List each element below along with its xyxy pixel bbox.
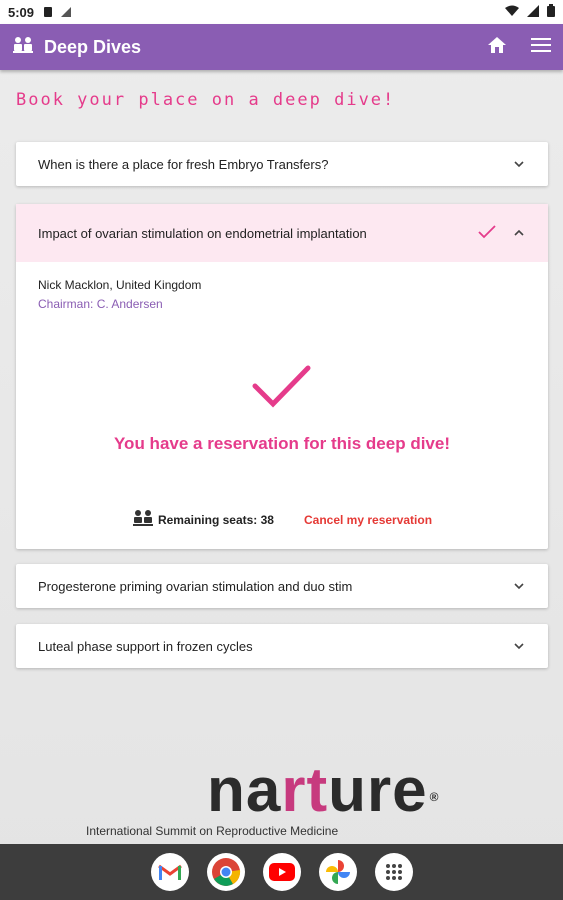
- card-details: Nick Macklon, United Kingdom Chairman: C…: [16, 262, 548, 311]
- deep-dive-card-4[interactable]: Luteal phase support in frozen cycles: [16, 624, 548, 668]
- logo-suffix: ure: [328, 756, 428, 825]
- app-title: Deep Dives: [44, 36, 142, 57]
- card-title: Progesterone priming ovarian stimulation…: [38, 578, 353, 594]
- cancel-reservation-button[interactable]: Cancel my reservation: [304, 513, 432, 527]
- chevron-down-icon[interactable]: [512, 579, 526, 593]
- battery-icon: [547, 4, 555, 20]
- checkmark-icon: [252, 364, 312, 408]
- menu-icon[interactable]: [531, 37, 551, 58]
- card-header[interactable]: Progesterone priming ovarian stimulation…: [16, 564, 548, 608]
- chrome-icon[interactable]: [206, 853, 245, 891]
- logo-prefix: na: [207, 756, 282, 825]
- tagline: International Summit on Reproductive Med…: [86, 824, 339, 838]
- reserved-check-icon: [478, 224, 496, 242]
- sim-icon: [42, 6, 54, 18]
- youtube-icon[interactable]: [262, 853, 301, 891]
- chairman: Chairman: C. Andersen: [38, 297, 163, 311]
- speaker: Nick Macklon, United Kingdom: [38, 278, 202, 292]
- registered-mark: ®: [429, 790, 440, 804]
- logo-highlight: rt: [281, 756, 329, 825]
- chevron-down-icon[interactable]: [512, 639, 526, 653]
- card-header[interactable]: Impact of ovarian stimulation on endomet…: [16, 204, 548, 262]
- remaining-seats: Remaining seats: 38: [132, 509, 274, 530]
- seats-icon: [132, 509, 154, 530]
- deep-dive-card-2: Impact of ovarian stimulation on endomet…: [16, 204, 548, 549]
- narture-logo: narture ®: [207, 756, 439, 826]
- card-title: Impact of ovarian stimulation on endomet…: [38, 225, 367, 241]
- reservation-message: You have a reservation for this deep div…: [113, 434, 450, 453]
- signal-icon: [60, 6, 72, 18]
- card-title: When is there a place for fresh Embryo T…: [38, 156, 329, 172]
- gmail-icon[interactable]: [150, 853, 189, 891]
- card-header[interactable]: Luteal phase support in frozen cycles: [16, 624, 548, 668]
- page-heading: Book your place on a deep dive!: [16, 90, 396, 110]
- photos-icon[interactable]: [318, 853, 357, 891]
- cell-signal-icon: [527, 4, 539, 20]
- deep-dive-card-3[interactable]: Progesterone priming ovarian stimulation…: [16, 564, 548, 608]
- status-time: 5:09: [8, 4, 35, 20]
- card-title: Luteal phase support in frozen cycles: [38, 638, 253, 654]
- app-bar: Deep Dives: [0, 24, 563, 70]
- chevron-up-icon[interactable]: [512, 226, 526, 240]
- seats-icon: [12, 35, 34, 60]
- card-header[interactable]: When is there a place for fresh Embryo T…: [16, 142, 548, 186]
- wifi-icon: [505, 5, 519, 20]
- seats-row: Remaining seats: 38 Cancel my reservatio…: [16, 509, 548, 530]
- deep-dive-card-1[interactable]: When is there a place for fresh Embryo T…: [16, 142, 548, 186]
- home-icon[interactable]: [487, 36, 507, 59]
- status-bar: 5:09: [0, 0, 563, 24]
- chevron-down-icon[interactable]: [512, 157, 526, 171]
- apps-icon[interactable]: [374, 853, 413, 891]
- app-dock: [0, 844, 563, 900]
- remaining-seats-text: Remaining seats: 38: [157, 512, 274, 527]
